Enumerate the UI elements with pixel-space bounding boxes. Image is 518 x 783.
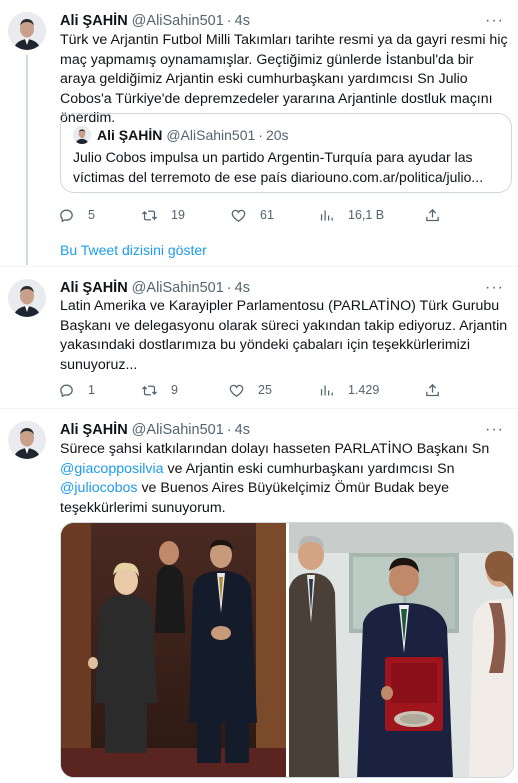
retweet-count: 9	[171, 383, 178, 397]
more-icon[interactable]: ···	[485, 280, 504, 296]
like-count: 25	[258, 383, 272, 397]
views-button[interactable]: 1.429	[318, 380, 379, 400]
tweet-actions: 5 19 61 16,1 B	[52, 205, 452, 225]
retweet-icon	[141, 210, 158, 220]
avatar[interactable]	[8, 12, 46, 50]
author-handle[interactable]: @AliSahin501	[132, 280, 224, 296]
show-thread-link[interactable]: Bu Tweet dizisini göster	[60, 242, 207, 258]
author-name[interactable]: Ali ŞAHİN	[60, 13, 128, 29]
views-count: 1.429	[348, 383, 380, 397]
retweet-icon	[141, 385, 158, 395]
tweet-2[interactable]: Ali ŞAHİN @AliSahin501 · 4s ··· Latin Ameri…	[0, 267, 518, 409]
tweet-header: Ali ŞAHİN @AliSahin501 · 4s	[60, 421, 250, 439]
quoted-tweet[interactable]: Ali ŞAHİN @AliSahin501 · 20s Julio Cobos im…	[60, 113, 512, 193]
reply-button[interactable]: 5	[58, 205, 95, 225]
quote-separator: ·	[258, 127, 263, 143]
quote-author-name: Ali ŞAHİN	[97, 127, 163, 143]
author-handle[interactable]: @AliSahin501	[132, 13, 224, 29]
text-part: ve Arjantin eski cumhurbaşkanı yardımcıs…	[163, 460, 455, 477]
views-icon	[320, 385, 333, 395]
separator: ·	[226, 422, 232, 438]
tweet-header: Ali ŞAHİN @AliSahin501 · 4s	[60, 12, 250, 30]
avatar[interactable]	[8, 279, 46, 317]
mention-link[interactable]: @juliocobos	[60, 480, 138, 496]
reply-icon	[60, 384, 73, 397]
reply-icon	[60, 209, 73, 222]
text-part: Sürece şahsi katkılarından dolayı hasset…	[60, 441, 490, 457]
tweet-1[interactable]: Ali ŞAHİN @AliSahin501 · 4s ··· Türk ve Arj…	[0, 0, 518, 265]
share-icon	[426, 208, 439, 221]
avatar[interactable]	[8, 421, 46, 459]
author-name[interactable]: Ali ŞAHİN	[60, 280, 128, 296]
tweet-text: Latin Amerika ve Karayipler Parlamentosu…	[60, 298, 508, 373]
timestamp[interactable]: 4s	[235, 280, 250, 296]
retweet-button[interactable]: 9	[141, 380, 178, 400]
reply-count: 1	[88, 383, 95, 397]
share-icon	[426, 383, 439, 396]
views-icon	[320, 210, 333, 220]
author-name[interactable]: Ali ŞAHİN	[60, 422, 128, 438]
quote-text: Julio Cobos impulsa un partido Argentin-…	[73, 149, 484, 185]
tweet-actions: 1 9 25 1.429	[52, 380, 452, 400]
share-button[interactable]	[424, 205, 454, 225]
like-icon	[229, 384, 244, 397]
separator: ·	[226, 13, 232, 29]
timestamp[interactable]: 4s	[235, 13, 250, 29]
share-button[interactable]	[424, 380, 454, 400]
mention-link[interactable]: @giacopposilvia	[60, 461, 164, 477]
tweet-header: Ali ŞAHİN @AliSahin501 · 4s	[60, 279, 250, 297]
retweet-button[interactable]: 19	[141, 205, 185, 225]
tweet-text: Sürece şahsi katkılarından dolayı hasset…	[60, 440, 508, 518]
like-button[interactable]: 61	[230, 205, 274, 225]
author-handle[interactable]: @AliSahin501	[132, 422, 224, 438]
tweet-media[interactable]	[60, 522, 514, 778]
quote-header: Ali ŞAHİN @AliSahin501 · 20s	[97, 126, 289, 144]
more-icon[interactable]: ···	[485, 422, 504, 438]
views-count: 16,1 B	[348, 208, 385, 222]
timestamp[interactable]: 4s	[235, 422, 250, 438]
quote-author-handle: @AliSahin501	[166, 127, 256, 143]
quote-timestamp: 20s	[265, 127, 289, 143]
views-button[interactable]: 16,1 B	[318, 205, 384, 225]
reply-count: 5	[88, 208, 95, 222]
separator: ·	[226, 280, 232, 296]
more-icon[interactable]: ···	[485, 13, 504, 29]
thread-connector	[26, 55, 28, 265]
like-icon	[231, 209, 246, 222]
like-count: 61	[260, 208, 274, 222]
like-button[interactable]: 25	[228, 380, 272, 400]
photo-1[interactable]	[61, 523, 286, 777]
reply-button[interactable]: 1	[58, 380, 95, 400]
photo-2[interactable]	[289, 523, 513, 777]
retweet-count: 19	[171, 208, 185, 222]
quote-avatar	[73, 126, 91, 144]
